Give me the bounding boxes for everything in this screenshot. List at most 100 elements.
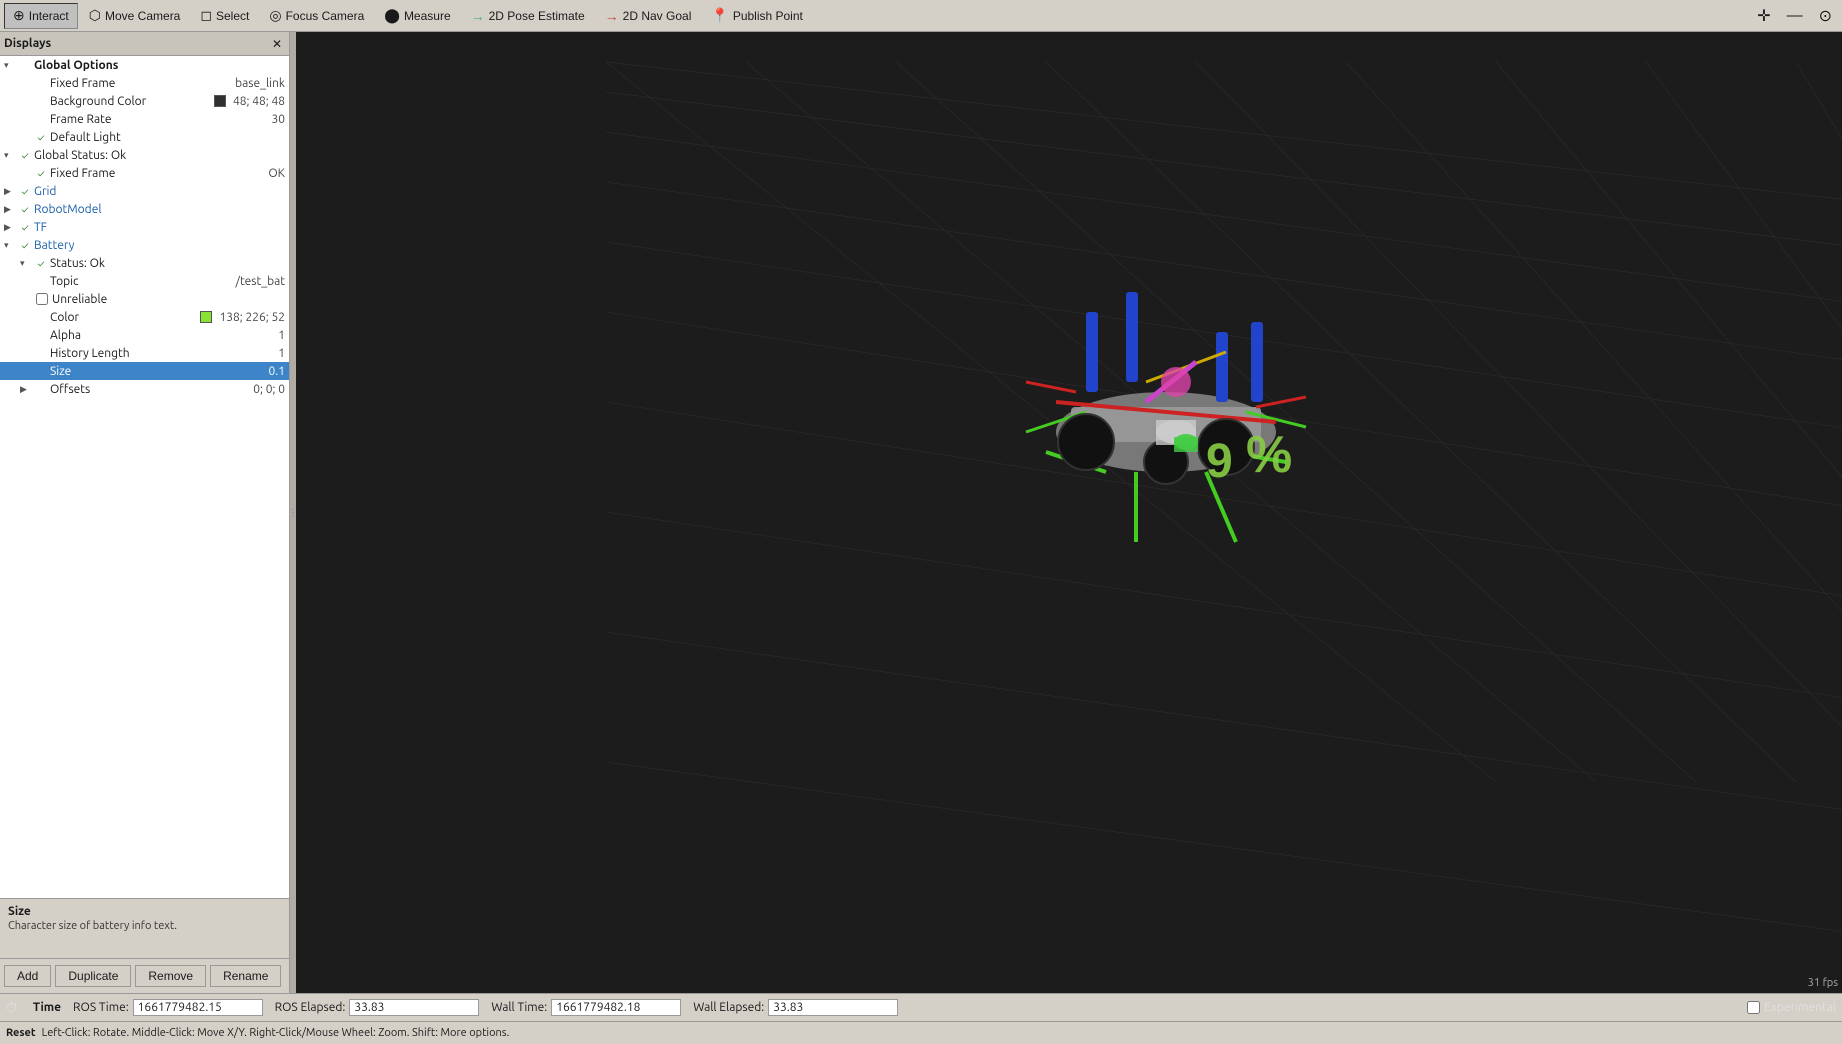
buttons-bar: AddDuplicateRemoveRename xyxy=(0,958,289,993)
focus-camera-icon: ◎ xyxy=(269,7,281,24)
tree-item-robot-model[interactable]: ▶RobotModel xyxy=(0,200,289,218)
tree-item-battery-offsets[interactable]: ▶Offsets0; 0; 0 xyxy=(0,380,289,398)
item-checkmark-global-status xyxy=(18,150,32,161)
tree-item-global-options[interactable]: ▾Global Options xyxy=(0,56,289,74)
remove-overlay-button[interactable]: — xyxy=(1781,3,1809,29)
item-label-battery-topic: Topic xyxy=(48,275,232,288)
3d-viewport[interactable]: % 9 31 fps xyxy=(296,32,1842,993)
toolbar-end: ✛ — ⊙ xyxy=(1751,3,1838,29)
tree-item-grid[interactable]: ▶Grid xyxy=(0,182,289,200)
measure-icon: ⬤ xyxy=(384,7,400,24)
experimental-section: Experimental xyxy=(1747,1001,1836,1014)
tree-item-tf[interactable]: ▶ TF xyxy=(0,218,289,236)
move-camera-icon: ⬡ xyxy=(89,7,101,24)
item-label-fixed-frame: Fixed Frame xyxy=(48,77,231,90)
color-swatch-background-color xyxy=(214,95,226,107)
item-checkmark-robot-model xyxy=(18,204,32,215)
tree-arrow: ▶ xyxy=(20,384,34,395)
time-row: ⏱ Time ROS Time: 1661779482.15 ROS Elaps… xyxy=(0,994,1842,1022)
displays-tree: ▾Global OptionsFixed Framebase_linkBackg… xyxy=(0,56,289,898)
svg-text:9: 9 xyxy=(1206,435,1233,488)
ros-time-value: 1661779482.15 xyxy=(133,999,263,1016)
tree-item-default-light[interactable]: Default Light xyxy=(0,128,289,146)
remove-button[interactable]: Remove xyxy=(135,965,206,987)
item-label-battery-alpha: Alpha xyxy=(48,329,274,342)
main-area: Displays ✕ ▾Global OptionsFixed Framebas… xyxy=(0,32,1842,993)
item-value-background-color: 48; 48; 48 xyxy=(229,95,285,108)
item-checkbox-battery-unreliable[interactable] xyxy=(36,293,48,305)
displays-title: Displays xyxy=(4,37,51,50)
toolbar: ⊕ Interact ⬡ Move Camera ◻ Select ◎ Focu… xyxy=(0,0,1842,32)
focus-camera-label: Focus Camera xyxy=(286,9,365,23)
interact-label: Interact xyxy=(29,9,69,23)
tree-item-battery-unreliable[interactable]: Unreliable xyxy=(0,290,289,308)
rename-button[interactable]: Rename xyxy=(210,965,281,987)
tree-item-battery[interactable]: ▾Battery xyxy=(0,236,289,254)
time-icon: ⏱ xyxy=(6,999,17,1016)
wall-elapsed-label: Wall Elapsed: xyxy=(693,1001,764,1014)
item-label-battery-offsets: Offsets xyxy=(48,383,249,396)
reset-button[interactable]: Reset xyxy=(6,1027,36,1039)
tree-item-fixed-frame-status[interactable]: Fixed FrameOK xyxy=(0,164,289,182)
settings-button[interactable]: ⊙ xyxy=(1813,3,1838,29)
tree-arrow: ▶ xyxy=(4,222,18,233)
hint-row: Reset Left-Click: Rotate. Middle-Click: … xyxy=(0,1022,1842,1044)
item-value-battery-alpha: 1 xyxy=(274,329,285,342)
statusbar: ⏱ Time ROS Time: 1661779482.15 ROS Elaps… xyxy=(0,993,1842,1044)
add-button[interactable]: Add xyxy=(4,965,51,987)
item-label-battery-history: History Length xyxy=(48,347,274,360)
select-button[interactable]: ◻ Select xyxy=(191,3,258,29)
measure-label: Measure xyxy=(404,9,451,23)
item-label-tf: TF xyxy=(32,221,285,234)
item-value-battery-topic: /test_bat xyxy=(232,275,285,288)
duplicate-button[interactable]: Duplicate xyxy=(55,965,131,987)
tree-item-battery-status[interactable]: ▾Status: Ok xyxy=(0,254,289,272)
tree-item-battery-topic[interactable]: Topic/test_bat xyxy=(0,272,289,290)
info-title: Size xyxy=(8,905,281,918)
info-box: Size Character size of battery info text… xyxy=(0,898,289,958)
tree-arrow: ▶ xyxy=(4,204,18,215)
item-checkmark-fixed-frame-status xyxy=(34,168,48,179)
panel-close-button[interactable]: ✕ xyxy=(269,37,285,51)
item-label-default-light: Default Light xyxy=(48,131,285,144)
add-overlay-button[interactable]: ✛ xyxy=(1751,3,1776,29)
tree-arrow: ▾ xyxy=(20,258,34,269)
publish-point-button[interactable]: 📍 Publish Point xyxy=(702,3,811,29)
item-checkmark-grid xyxy=(18,186,32,197)
item-value-battery-history: 1 xyxy=(274,347,285,360)
item-label-battery-size: Size xyxy=(48,365,265,378)
ros-time-section: ROS Time: 1661779482.15 xyxy=(73,999,263,1016)
focus-camera-button[interactable]: ◎ Focus Camera xyxy=(260,3,373,29)
select-label: Select xyxy=(216,9,249,23)
item-label-fixed-frame-status: Fixed Frame xyxy=(48,167,264,180)
info-desc: Character size of battery info text. xyxy=(8,920,281,932)
tree-item-background-color[interactable]: Background Color48; 48; 48 xyxy=(0,92,289,110)
wall-time-label: Wall Time: xyxy=(491,1001,547,1014)
item-value-fixed-frame: base_link xyxy=(231,77,285,90)
tree-item-battery-alpha[interactable]: Alpha1 xyxy=(0,326,289,344)
tree-item-global-status[interactable]: ▾Global Status: Ok xyxy=(0,146,289,164)
move-camera-button[interactable]: ⬡ Move Camera xyxy=(80,3,190,29)
item-value-battery-color: 138; 226; 52 xyxy=(215,311,285,324)
item-label-battery-unreliable: Unreliable xyxy=(50,293,285,306)
nav-goal-button[interactable]: → 2D Nav Goal xyxy=(596,3,701,29)
tree-item-battery-history[interactable]: History Length1 xyxy=(0,344,289,362)
tree-item-battery-color[interactable]: Color138; 226; 52 xyxy=(0,308,289,326)
grid-canvas: % 9 xyxy=(296,32,1842,993)
fps-display: 31 fps xyxy=(1808,977,1838,989)
tree-item-battery-size[interactable]: Size0.1 xyxy=(0,362,289,380)
interact-button[interactable]: ⊕ Interact xyxy=(4,3,78,29)
experimental-checkbox[interactable] xyxy=(1747,1001,1760,1014)
wall-time-section: Wall Time: 1661779482.18 xyxy=(491,999,681,1016)
ros-time-label: ROS Time: xyxy=(73,1001,129,1014)
nav-goal-icon: → xyxy=(605,8,619,24)
hint-text: Left-Click: Rotate. Middle-Click: Move X… xyxy=(42,1027,510,1039)
pose-estimate-button[interactable]: → 2D Pose Estimate xyxy=(462,3,594,29)
tree-item-fixed-frame[interactable]: Fixed Framebase_link xyxy=(0,74,289,92)
measure-button[interactable]: ⬤ Measure xyxy=(375,3,459,29)
wall-time-value: 1661779482.18 xyxy=(551,999,681,1016)
item-label-global-options: Global Options xyxy=(32,59,285,72)
tree-item-frame-rate[interactable]: Frame Rate30 xyxy=(0,110,289,128)
item-checkmark-tf xyxy=(18,222,32,233)
time-section-label: Time xyxy=(33,1001,61,1014)
